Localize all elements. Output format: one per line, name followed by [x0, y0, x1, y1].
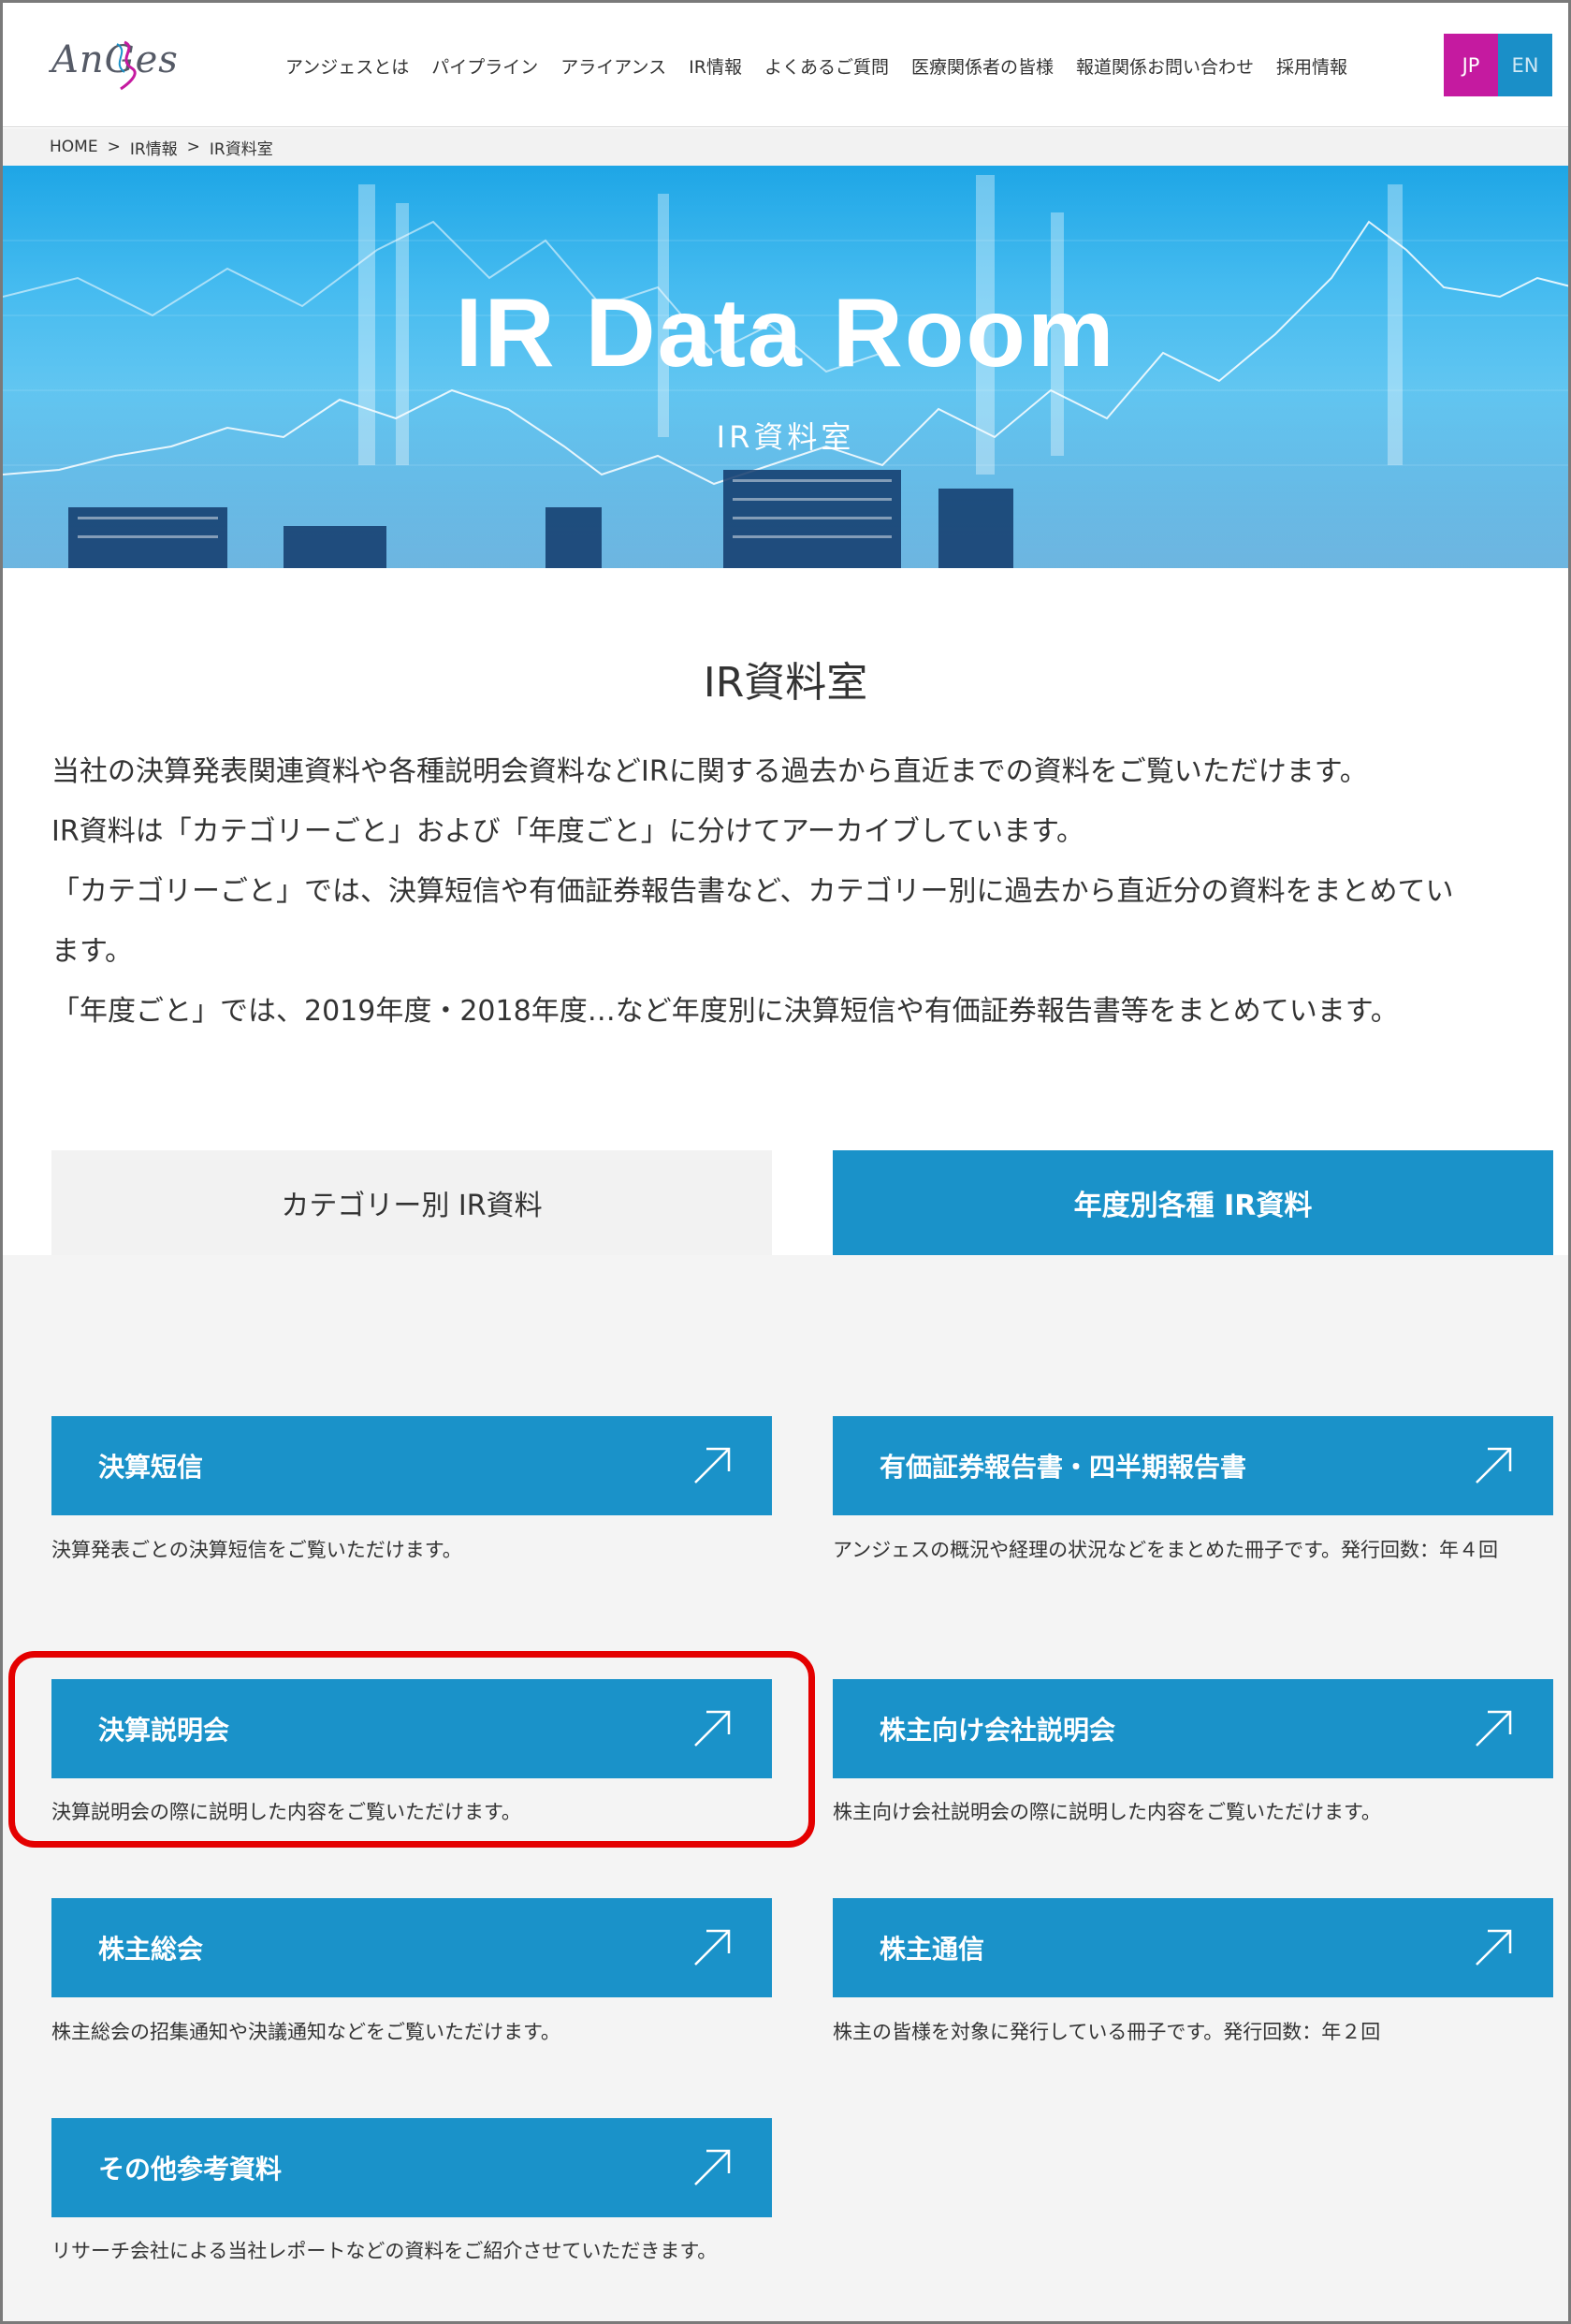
card-description: 株主向け会社説明会の際に説明した内容をご覧いただけます。: [833, 1801, 1381, 1823]
external-arrow-icon: [694, 2149, 731, 2185]
site-header: AnGes アンジェスとは パイプライン アライアンス IR情報 よくあるご質問…: [3, 3, 1568, 127]
card-shareholder-newsletter-button[interactable]: 株主通信: [833, 1898, 1553, 1997]
external-arrow-icon: [1476, 1447, 1512, 1484]
anges-logo[interactable]: AnGes: [51, 31, 182, 96]
card-description: 決算発表ごとの決算短信をご覧いただけます。: [51, 1539, 462, 1561]
nav-about[interactable]: アンジェスとは: [274, 53, 420, 79]
card-label: 有価証券報告書・四半期報告書: [880, 1452, 1247, 1483]
breadcrumb-current: IR資料室: [209, 139, 273, 159]
card-description: 株主総会の招集通知や決議通知などをご覧いただけます。: [51, 2021, 560, 2043]
external-arrow-icon: [694, 1710, 731, 1747]
hero-banner: IR Data Room IR資料室: [3, 166, 1568, 568]
breadcrumb-ir[interactable]: IR情報: [130, 136, 178, 159]
browser-frame: AnGes アンジェスとは パイプライン アライアンス IR情報 よくあるご質問…: [0, 0, 1571, 2324]
nav-faq[interactable]: よくあるご質問: [753, 53, 900, 79]
card-label: 株主向け会社説明会: [880, 1715, 1116, 1746]
card-description: リサーチ会社による当社レポートなどの資料をご紹介させていただきます。: [51, 2240, 718, 2262]
nav-recruit[interactable]: 採用情報: [1265, 53, 1359, 79]
nav-medical[interactable]: 医療関係者の皆様: [900, 53, 1065, 79]
lang-jp-button[interactable]: JP: [1444, 34, 1498, 96]
breadcrumb-separator: >: [107, 138, 121, 156]
intro-line: ます。: [51, 935, 133, 968]
tab-year[interactable]: 年度別各種 IR資料: [833, 1150, 1553, 1255]
card-description: 株主の皆様を対象に発行している冊子です。発行回数：年２回: [833, 2021, 1381, 2043]
card-kessan-setsumeikai-button[interactable]: 決算説明会: [51, 1679, 772, 1778]
external-arrow-icon: [694, 1929, 731, 1966]
breadcrumb-separator: >: [186, 138, 200, 156]
nav-press[interactable]: 報道関係お問い合わせ: [1065, 53, 1265, 79]
intro-line: IR資料は「カテゴリーごと」および「年度ごと」に分けてアーカイブしています。: [51, 815, 1084, 848]
card-description: アンジェスの概況や経理の状況などをまとめた冊子です。発行回数：年４回: [833, 1539, 1499, 1561]
nav-alliance[interactable]: アライアンス: [549, 53, 677, 79]
card-description: 決算説明会の際に説明した内容をご覧いただけます。: [51, 1801, 521, 1823]
hero-title: IR Data Room: [455, 279, 1116, 387]
card-label: 株主通信: [880, 1934, 985, 1965]
card-shareholders-meeting-button[interactable]: 株主総会: [51, 1898, 772, 1997]
lang-en-button[interactable]: EN: [1498, 34, 1552, 96]
card-shareholder-briefing-button[interactable]: 株主向け会社説明会: [833, 1679, 1553, 1778]
nav-pipeline[interactable]: パイプライン: [420, 53, 549, 79]
card-label: その他参考資料: [98, 2154, 283, 2185]
intro-line: 当社の決算発表関連資料や各種説明会資料などIRに関する過去から直近までの資料をご…: [51, 755, 1368, 788]
external-arrow-icon: [694, 1447, 731, 1484]
card-label: 決算説明会: [98, 1715, 230, 1746]
hero-subtitle: IR資料室: [716, 419, 855, 455]
intro-text: 当社の決算発表関連資料や各種説明会資料などIRに関する過去から直近までの資料をご…: [51, 742, 1549, 1042]
card-label: 株主総会: [98, 1934, 204, 1965]
main-nav: アンジェスとは パイプライン アライアンス IR情報 よくあるご質問 医療関係者…: [274, 53, 1359, 79]
nav-ir[interactable]: IR情報: [677, 53, 753, 79]
card-securities-report-button[interactable]: 有価証券報告書・四半期報告書: [833, 1416, 1553, 1515]
logo-helix-icon: [116, 40, 137, 91]
intro-line: 「カテゴリーごと」では、決算短信や有価証券報告書など、カテゴリー別に過去から直近…: [51, 875, 1454, 908]
external-arrow-icon: [1476, 1710, 1512, 1747]
external-arrow-icon: [1476, 1929, 1512, 1966]
intro-line: 「年度ごと」では、2019年度・2018年度…など年度別に決算短信や有価証券報告…: [51, 995, 1399, 1028]
breadcrumb: HOME > IR情報 > IR資料室: [3, 128, 1568, 166]
breadcrumb-home[interactable]: HOME: [50, 138, 98, 156]
tab-category[interactable]: カテゴリー別 IR資料: [51, 1150, 772, 1255]
page-title: IR資料室: [703, 659, 868, 707]
card-label: 決算短信: [98, 1452, 204, 1483]
card-kessan-tanshin-button[interactable]: 決算短信: [51, 1416, 772, 1515]
card-other-materials-button[interactable]: その他参考資料: [51, 2118, 772, 2217]
